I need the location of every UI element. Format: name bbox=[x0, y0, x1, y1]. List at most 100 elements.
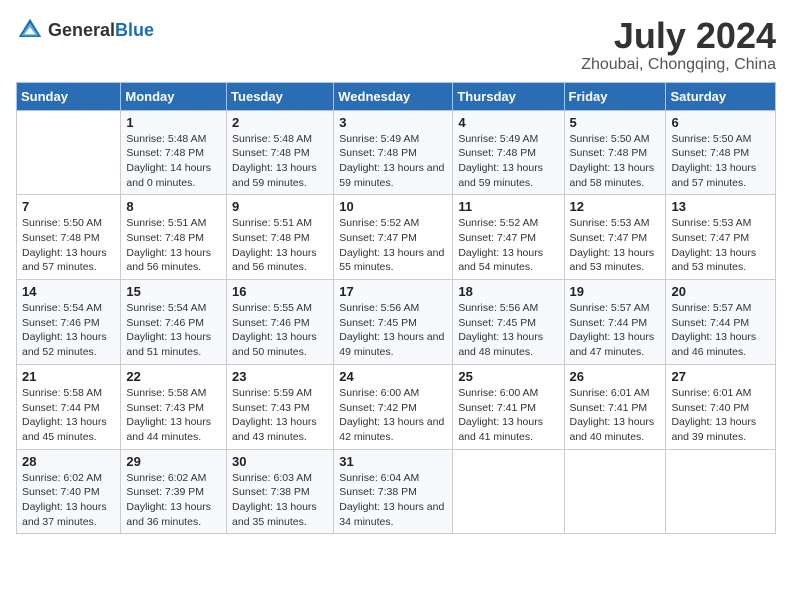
day-info: Sunrise: 5:55 AMSunset: 7:46 PMDaylight:… bbox=[232, 301, 328, 360]
calendar-cell: 8 Sunrise: 5:51 AMSunset: 7:48 PMDaylight… bbox=[121, 195, 227, 280]
logo-general-text: GeneralBlue bbox=[48, 20, 154, 41]
day-number: 7 bbox=[22, 199, 115, 214]
day-header-wednesday: Wednesday bbox=[334, 82, 453, 110]
calendar-cell: 1 Sunrise: 5:48 AMSunset: 7:48 PMDaylight… bbox=[121, 110, 227, 195]
location-title: Zhoubai, Chongqing, China bbox=[581, 56, 776, 74]
calendar-cell: 20Sunrise: 5:57 AMSunset: 7:44 PMDayligh… bbox=[666, 280, 776, 365]
day-number: 13 bbox=[671, 199, 770, 214]
day-info: Sunrise: 5:52 AMSunset: 7:47 PMDaylight:… bbox=[339, 216, 447, 275]
calendar-cell: 11 Sunrise: 5:52 AMSunset: 7:47 PMDayligh… bbox=[453, 195, 564, 280]
day-info: Sunrise: 5:59 AMSunset: 7:43 PMDaylight:… bbox=[232, 386, 328, 445]
calendar-cell: 13 Sunrise: 5:53 AMSunset: 7:47 PMDayligh… bbox=[666, 195, 776, 280]
calendar-cell: 19 Sunrise: 5:57 AMSunset: 7:44 PMDayligh… bbox=[564, 280, 666, 365]
day-number: 18 bbox=[458, 284, 558, 299]
day-number: 19 bbox=[570, 284, 661, 299]
day-number: 28 bbox=[22, 454, 115, 469]
calendar-cell: 17Sunrise: 5:56 AMSunset: 7:45 PMDayligh… bbox=[334, 280, 453, 365]
day-number: 27 bbox=[671, 369, 770, 384]
day-header-friday: Friday bbox=[564, 82, 666, 110]
day-number: 8 bbox=[126, 199, 221, 214]
calendar-cell: 6 Sunrise: 5:50 AMSunset: 7:48 PMDaylight… bbox=[666, 110, 776, 195]
day-info: Sunrise: 6:01 AMSunset: 7:40 PMDaylight:… bbox=[671, 386, 770, 445]
logo: GeneralBlue bbox=[16, 16, 154, 44]
day-number: 3 bbox=[339, 115, 447, 130]
day-number: 22 bbox=[126, 369, 221, 384]
title-block: July 2024 Zhoubai, Chongqing, China bbox=[581, 16, 776, 74]
logo-icon bbox=[16, 16, 44, 44]
day-info: Sunrise: 5:49 AMSunset: 7:48 PMDaylight:… bbox=[339, 132, 447, 191]
day-info: Sunrise: 6:04 AMSunset: 7:38 PMDaylight:… bbox=[339, 471, 447, 530]
calendar-cell: 23 Sunrise: 5:59 AMSunset: 7:43 PMDayligh… bbox=[227, 364, 334, 449]
calendar-cell: 27 Sunrise: 6:01 AMSunset: 7:40 PMDayligh… bbox=[666, 364, 776, 449]
day-number: 16 bbox=[232, 284, 328, 299]
day-info: Sunrise: 5:50 AMSunset: 7:48 PMDaylight:… bbox=[570, 132, 661, 191]
calendar-cell: 5 Sunrise: 5:50 AMSunset: 7:48 PMDaylight… bbox=[564, 110, 666, 195]
day-header-tuesday: Tuesday bbox=[227, 82, 334, 110]
day-number: 1 bbox=[126, 115, 221, 130]
calendar-week-row: 28Sunrise: 6:02 AMSunset: 7:40 PMDayligh… bbox=[17, 449, 776, 534]
day-header-sunday: Sunday bbox=[17, 82, 121, 110]
day-number: 14 bbox=[22, 284, 115, 299]
calendar-cell bbox=[453, 449, 564, 534]
day-number: 15 bbox=[126, 284, 221, 299]
calendar-cell: 26 Sunrise: 6:01 AMSunset: 7:41 PMDayligh… bbox=[564, 364, 666, 449]
day-info: Sunrise: 5:51 AMSunset: 7:48 PMDaylight:… bbox=[126, 216, 221, 275]
day-info: Sunrise: 6:01 AMSunset: 7:41 PMDaylight:… bbox=[570, 386, 661, 445]
calendar-cell: 31 Sunrise: 6:04 AMSunset: 7:38 PMDayligh… bbox=[334, 449, 453, 534]
calendar-cell bbox=[564, 449, 666, 534]
day-info: Sunrise: 5:58 AMSunset: 7:44 PMDaylight:… bbox=[22, 386, 115, 445]
day-info: Sunrise: 5:48 AMSunset: 7:48 PMDaylight:… bbox=[126, 132, 221, 191]
calendar-cell: 28Sunrise: 6:02 AMSunset: 7:40 PMDayligh… bbox=[17, 449, 121, 534]
calendar-week-row: 7 Sunrise: 5:50 AMSunset: 7:48 PMDaylight… bbox=[17, 195, 776, 280]
calendar-week-row: 21Sunrise: 5:58 AMSunset: 7:44 PMDayligh… bbox=[17, 364, 776, 449]
calendar-cell: 18 Sunrise: 5:56 AMSunset: 7:45 PMDayligh… bbox=[453, 280, 564, 365]
day-info: Sunrise: 5:54 AMSunset: 7:46 PMDaylight:… bbox=[126, 301, 221, 360]
day-info: Sunrise: 5:53 AMSunset: 7:47 PMDaylight:… bbox=[671, 216, 770, 275]
day-info: Sunrise: 5:52 AMSunset: 7:47 PMDaylight:… bbox=[458, 216, 558, 275]
day-number: 23 bbox=[232, 369, 328, 384]
day-info: Sunrise: 5:57 AMSunset: 7:44 PMDaylight:… bbox=[570, 301, 661, 360]
day-info: Sunrise: 6:00 AMSunset: 7:41 PMDaylight:… bbox=[458, 386, 558, 445]
day-number: 26 bbox=[570, 369, 661, 384]
day-info: Sunrise: 6:03 AMSunset: 7:38 PMDaylight:… bbox=[232, 471, 328, 530]
calendar-cell: 21Sunrise: 5:58 AMSunset: 7:44 PMDayligh… bbox=[17, 364, 121, 449]
calendar-cell: 3 Sunrise: 5:49 AMSunset: 7:48 PMDaylight… bbox=[334, 110, 453, 195]
calendar-cell: 29Sunrise: 6:02 AMSunset: 7:39 PMDayligh… bbox=[121, 449, 227, 534]
calendar-cell bbox=[17, 110, 121, 195]
day-info: Sunrise: 5:50 AMSunset: 7:48 PMDaylight:… bbox=[22, 216, 115, 275]
day-number: 11 bbox=[458, 199, 558, 214]
calendar-table: SundayMondayTuesdayWednesdayThursdayFrid… bbox=[16, 82, 776, 535]
calendar-cell: 25 Sunrise: 6:00 AMSunset: 7:41 PMDayligh… bbox=[453, 364, 564, 449]
day-info: Sunrise: 5:56 AMSunset: 7:45 PMDaylight:… bbox=[458, 301, 558, 360]
page-header: GeneralBlue July 2024 Zhoubai, Chongqing… bbox=[16, 16, 776, 74]
day-header-monday: Monday bbox=[121, 82, 227, 110]
calendar-header-row: SundayMondayTuesdayWednesdayThursdayFrid… bbox=[17, 82, 776, 110]
day-info: Sunrise: 5:57 AMSunset: 7:44 PMDaylight:… bbox=[671, 301, 770, 360]
day-info: Sunrise: 5:48 AMSunset: 7:48 PMDaylight:… bbox=[232, 132, 328, 191]
day-number: 31 bbox=[339, 454, 447, 469]
day-info: Sunrise: 5:51 AMSunset: 7:48 PMDaylight:… bbox=[232, 216, 328, 275]
day-number: 4 bbox=[458, 115, 558, 130]
day-number: 25 bbox=[458, 369, 558, 384]
day-info: Sunrise: 5:53 AMSunset: 7:47 PMDaylight:… bbox=[570, 216, 661, 275]
month-title: July 2024 bbox=[581, 16, 776, 56]
day-number: 6 bbox=[671, 115, 770, 130]
day-info: Sunrise: 5:50 AMSunset: 7:48 PMDaylight:… bbox=[671, 132, 770, 191]
day-number: 12 bbox=[570, 199, 661, 214]
calendar-cell: 30Sunrise: 6:03 AMSunset: 7:38 PMDayligh… bbox=[227, 449, 334, 534]
day-info: Sunrise: 5:54 AMSunset: 7:46 PMDaylight:… bbox=[22, 301, 115, 360]
day-number: 24 bbox=[339, 369, 447, 384]
day-header-thursday: Thursday bbox=[453, 82, 564, 110]
calendar-cell: 15 Sunrise: 5:54 AMSunset: 7:46 PMDayligh… bbox=[121, 280, 227, 365]
calendar-week-row: 14 Sunrise: 5:54 AMSunset: 7:46 PMDayligh… bbox=[17, 280, 776, 365]
day-info: Sunrise: 5:58 AMSunset: 7:43 PMDaylight:… bbox=[126, 386, 221, 445]
day-header-saturday: Saturday bbox=[666, 82, 776, 110]
day-info: Sunrise: 5:49 AMSunset: 7:48 PMDaylight:… bbox=[458, 132, 558, 191]
day-number: 10 bbox=[339, 199, 447, 214]
day-info: Sunrise: 6:00 AMSunset: 7:42 PMDaylight:… bbox=[339, 386, 447, 445]
calendar-cell: 7 Sunrise: 5:50 AMSunset: 7:48 PMDaylight… bbox=[17, 195, 121, 280]
calendar-cell: 22 Sunrise: 5:58 AMSunset: 7:43 PMDayligh… bbox=[121, 364, 227, 449]
calendar-cell: 16 Sunrise: 5:55 AMSunset: 7:46 PMDayligh… bbox=[227, 280, 334, 365]
calendar-week-row: 1 Sunrise: 5:48 AMSunset: 7:48 PMDaylight… bbox=[17, 110, 776, 195]
day-number: 5 bbox=[570, 115, 661, 130]
